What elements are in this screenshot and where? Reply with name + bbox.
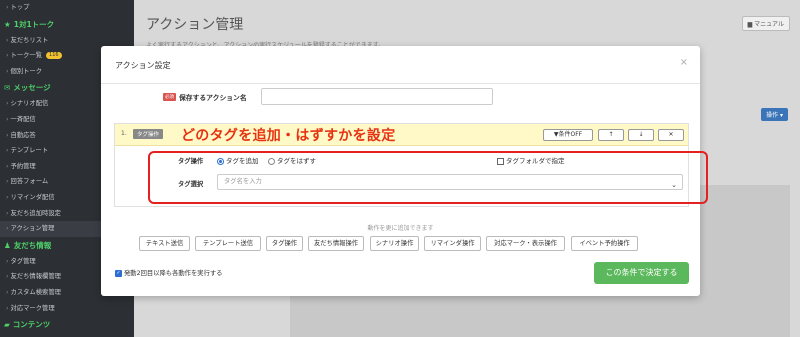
close-icon[interactable]: × [680,57,688,68]
required-badge: 必須 [163,93,176,101]
sidebar-item-mark-management[interactable]: › 対応マーク管理 [0,301,134,317]
chevron-right-icon: › [6,147,9,155]
sidebar-section-talk[interactable]: ★ 1対1トーク [0,16,134,33]
action-name-input[interactable] [261,88,493,105]
chevron-right-icon: › [6,100,9,108]
highlight-box [148,151,708,204]
chevron-right-icon: › [6,162,9,170]
condition-number: 1. [121,130,127,137]
action-name-label: 保存するアクション名 [179,94,247,102]
action-button-friend-info[interactable]: 友だち情報操作 [308,236,364,251]
action-button-scenario[interactable]: シナリオ操作 [370,236,419,251]
checkbox-checked-icon: ✓ [115,269,122,277]
sidebar-section-content[interactable]: ▰ コンテンツ [0,316,134,333]
condition-type-tag: タグ操作 [133,129,164,139]
chevron-right-icon: › [6,178,9,186]
unread-badge: 116 [46,51,62,59]
message-icon: ✉ [4,83,11,93]
manual-button[interactable]: ▆ マニュアル [741,16,790,31]
chevron-right-icon: › [6,257,9,265]
move-down-button[interactable]: ↓ [628,129,654,141]
condition-off-button[interactable]: ▼条件OFF [543,129,593,141]
chevron-right-icon: › [6,225,9,233]
chevron-right-icon: › [6,273,9,281]
user-icon: ♟ [4,240,11,250]
chevron-right-icon: › [6,67,9,75]
repeat-checkbox[interactable]: ✓ 発動2回目以降も各動作を実行する [115,268,222,277]
operation-dropdown-button[interactable]: 操作 ▾ [761,108,788,121]
chevron-right-icon: › [6,193,9,201]
close-icon: ✕ [668,131,674,138]
chevron-right-icon: › [6,131,9,139]
action-button-template-send[interactable]: テンプレート送信 [195,236,261,251]
add-action-hint: 動作を更に追加できます [367,225,434,232]
modal-title: アクション設定 [115,61,171,70]
sidebar-item-top[interactable]: › トップ [0,0,134,16]
remove-condition-button[interactable]: ✕ [658,129,684,141]
chevron-right-icon: › [6,209,9,217]
action-button-reminder[interactable]: リマインダ操作 [424,236,481,251]
star-icon: ★ [4,19,11,29]
condition-header: 1. タグ操作 どのタグを追加・はずすかを設定 ▼条件OFF ↑ ↓ ✕ [115,124,688,146]
action-button-tag[interactable]: タグ操作 [266,236,303,251]
chevron-right-icon: › [6,288,9,296]
chevron-right-icon: › [6,4,9,11]
arrow-up-icon: ↑ [608,131,614,138]
chevron-right-icon: › [6,115,9,123]
action-button-event-reservation[interactable]: イベント予約操作 [571,236,638,251]
action-button-text-send[interactable]: テキスト送信 [139,236,190,251]
action-button-mark-display[interactable]: 対応マーク・表示操作 [486,236,565,251]
chevron-right-icon: › [6,52,9,60]
move-up-button[interactable]: ↑ [598,129,624,141]
folder-icon: ▰ [4,320,10,330]
annotation-text: どのタグを追加・はずすかを設定 [181,128,396,144]
chevron-right-icon: › [6,304,9,312]
action-name-row: 必須 保存するアクション名 [101,88,700,108]
arrow-down-icon: ↓ [638,131,644,138]
modal-header: アクション設定 × [101,46,700,84]
submit-button[interactable]: この条件で決定する [594,262,689,284]
page-title: アクション管理 [146,17,244,33]
chevron-right-icon: › [6,36,9,44]
